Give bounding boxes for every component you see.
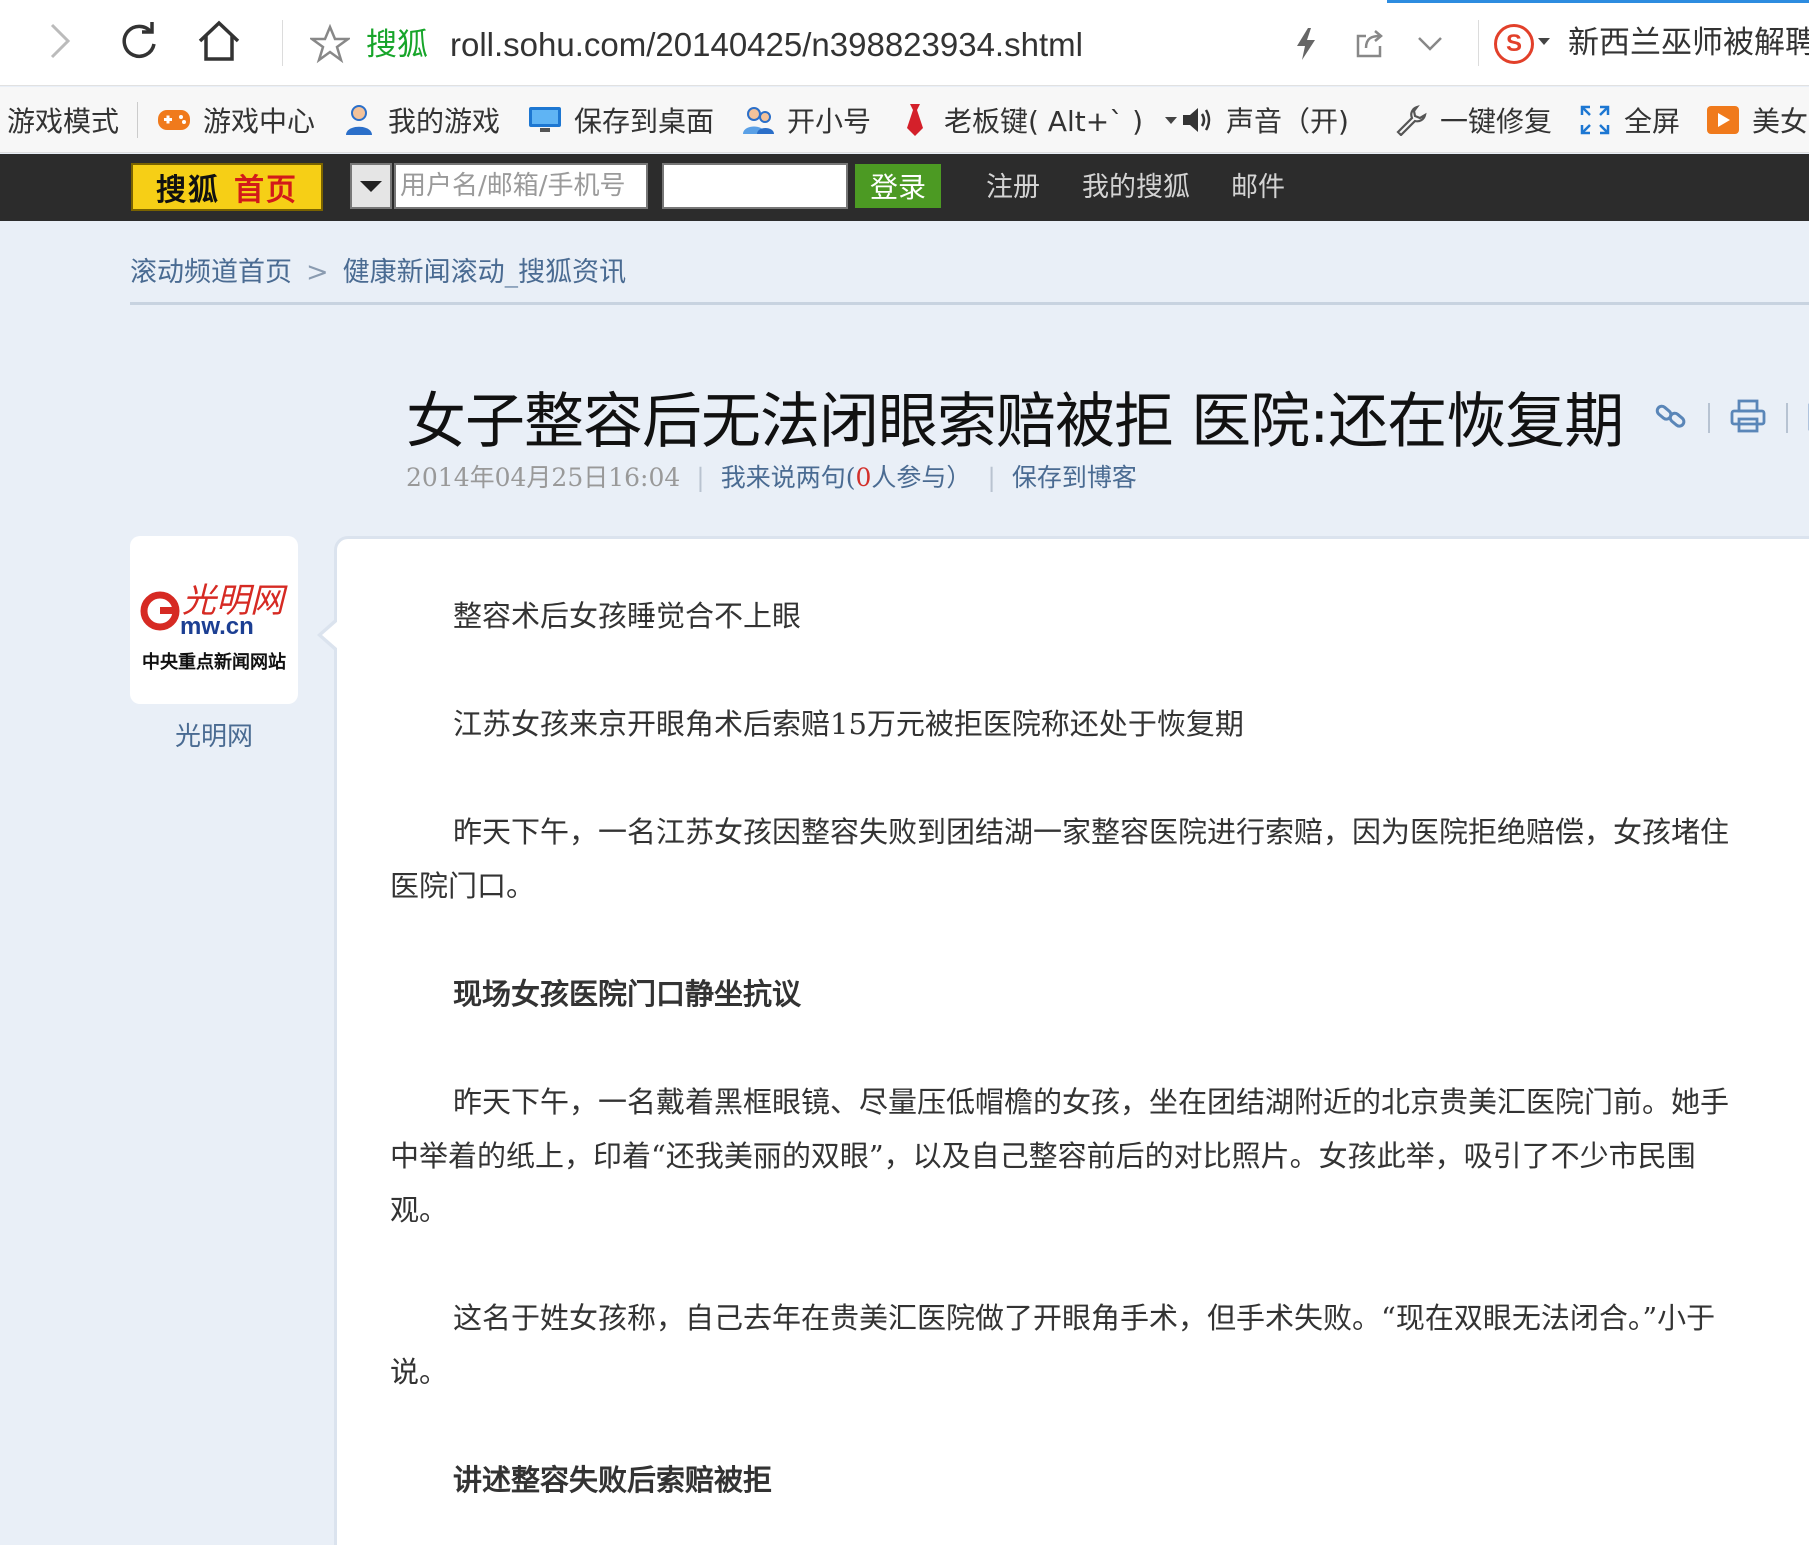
play-icon bbox=[1706, 103, 1740, 137]
boss-key-dropdown-icon[interactable] bbox=[1165, 116, 1178, 124]
browser-toolbar: 游戏模式 游戏中心 我的游戏 保存到桌面 开小号 老板键( Alt+` ) 声音… bbox=[0, 87, 1809, 153]
game-mode-button[interactable]: 游戏模式 bbox=[7, 87, 119, 153]
breadcrumb-divider bbox=[130, 302, 1809, 305]
users-icon bbox=[741, 103, 775, 137]
search-engine-dropdown-icon[interactable] bbox=[1538, 38, 1550, 45]
game-mode-label: 游戏模式 bbox=[7, 105, 120, 138]
user-icon bbox=[342, 103, 376, 137]
chevron-down-icon[interactable] bbox=[1410, 24, 1450, 64]
game-center-button[interactable]: 游戏中心 bbox=[157, 87, 315, 153]
article-meta: 2014年04月25日16:04 | 我来说两句(0人参与） | 保存到博客 bbox=[406, 458, 1137, 494]
open-account-label: 开小号 bbox=[787, 105, 872, 138]
home-icon[interactable] bbox=[196, 18, 242, 64]
article-tools bbox=[1654, 395, 1809, 441]
search-divider bbox=[1478, 20, 1479, 66]
game-center-label: 游戏中心 bbox=[203, 105, 316, 138]
sogou-search-icon[interactable]: S bbox=[1494, 24, 1534, 64]
monitor-icon bbox=[528, 103, 562, 137]
fullscreen-label: 全屏 bbox=[1624, 105, 1681, 138]
tools-divider bbox=[1786, 403, 1788, 433]
sound-button[interactable]: 声音（开) bbox=[1180, 87, 1349, 153]
mail-link[interactable]: 邮件 bbox=[1231, 154, 1285, 221]
source-logo-tagline: 中央重点新闻网站 bbox=[142, 651, 286, 673]
breadcrumb-separator: > bbox=[306, 257, 329, 288]
sohu-home-button[interactable]: 搜狐 首页 bbox=[131, 163, 323, 211]
meta-divider: | bbox=[987, 463, 996, 492]
fullscreen-icon bbox=[1578, 103, 1612, 137]
breadcrumb-home-link[interactable]: 滚动频道首页 bbox=[130, 257, 292, 288]
publish-date: 2014年04月25日16:04 bbox=[406, 463, 681, 492]
boss-key-label: 老板键( Alt+` ) bbox=[944, 105, 1144, 138]
gamepad-icon bbox=[157, 103, 191, 137]
login-type-dropdown[interactable] bbox=[350, 163, 392, 209]
fullscreen-button[interactable]: 全屏 bbox=[1578, 87, 1680, 153]
save-to-blog-link[interactable]: 保存到博客 bbox=[1012, 463, 1137, 492]
comment-link[interactable]: 我来说两句(0人参与） bbox=[721, 463, 972, 492]
boss-key-button[interactable]: 老板键( Alt+` ) bbox=[898, 87, 1178, 153]
my-games-button[interactable]: 我的游戏 bbox=[342, 87, 500, 153]
necktie-icon bbox=[898, 103, 932, 137]
site-label: 搜狐 bbox=[366, 27, 428, 63]
article-paragraph: 昨天下午，一名江苏女孩因整容失败到团结湖一家整容医院进行索赔，因为医院拒绝赔偿，… bbox=[390, 815, 1730, 903]
sohu-top-bar: 搜狐 首页 用户名/邮箱/手机号 登录 注册 我的搜狐 邮件 bbox=[0, 154, 1809, 221]
password-input[interactable] bbox=[662, 163, 848, 209]
comment-count: 0 bbox=[855, 463, 872, 492]
wrench-icon bbox=[1394, 103, 1428, 137]
comment-prefix: 我来说两句( bbox=[720, 463, 856, 492]
sohu-home-label: 首页 bbox=[234, 173, 298, 208]
sound-label: 声音（开) bbox=[1226, 105, 1349, 138]
article-title: 女子整容后无法闭眼索赔被拒 医院:还在恢复期 bbox=[406, 387, 1624, 457]
refresh-icon[interactable] bbox=[116, 18, 162, 64]
save-desktop-label: 保存到桌面 bbox=[574, 105, 715, 138]
my-games-label: 我的游戏 bbox=[388, 105, 501, 138]
bookmark-star-icon[interactable] bbox=[308, 23, 352, 64]
breadcrumb-channel-link[interactable]: 健康新闻滚动_搜狐资讯 bbox=[343, 257, 627, 288]
register-link[interactable]: 注册 bbox=[986, 154, 1040, 221]
sohu-home-brand: 搜狐 bbox=[156, 173, 220, 208]
beauty-button[interactable]: 美女 bbox=[1706, 87, 1808, 153]
search-box[interactable]: 新西兰巫师被解聘 bbox=[1568, 22, 1809, 64]
article-subheading: 现场女孩医院门口静坐抗议 bbox=[453, 977, 802, 1011]
source-logo-domain: mw.cn bbox=[180, 613, 254, 640]
article-paragraph: 整容术后女孩睡觉合不上眼 bbox=[453, 599, 802, 633]
beauty-label: 美女 bbox=[1752, 105, 1809, 138]
breadcrumb: 滚动频道首页 > 健康新闻滚动_搜狐资讯 bbox=[130, 250, 626, 289]
toolbar-divider bbox=[137, 102, 138, 138]
lightning-icon[interactable] bbox=[1286, 24, 1326, 64]
share-icon[interactable] bbox=[1350, 24, 1390, 64]
article-subheading: 讲述整容失败后索赔被拒 bbox=[453, 1463, 773, 1497]
article-paragraph: 昨天下午，一名戴着黑框眼镜、尽量压低帽檐的女孩，坐在团结湖附近的北京贵美汇医院门… bbox=[390, 1085, 1730, 1227]
login-button[interactable]: 登录 bbox=[855, 164, 941, 208]
save-desktop-button[interactable]: 保存到桌面 bbox=[528, 87, 714, 153]
article-paragraph: 这名于姓女孩称，自己去年在贵美汇医院做了开眼角手术，但手术失败。“现在双眼无法闭… bbox=[390, 1301, 1716, 1389]
source-name[interactable]: 光明网 bbox=[130, 716, 298, 753]
url-field[interactable]: roll.sohu.com/20140425/n398823934.shtml bbox=[450, 24, 1083, 66]
browser-address-bar: 搜狐 roll.sohu.com/20140425/n398823934.sht… bbox=[0, 0, 1809, 86]
comment-suffix: 人参与） bbox=[871, 463, 972, 492]
username-input[interactable]: 用户名/邮箱/手机号 bbox=[394, 163, 648, 209]
repair-button[interactable]: 一键修复 bbox=[1394, 87, 1552, 153]
forward-icon[interactable] bbox=[36, 18, 82, 64]
speaker-icon bbox=[1180, 103, 1214, 137]
article-body: 整容术后女孩睡觉合不上眼 江苏女孩来京开眼角术后索赔15万元被拒医院称还处于恢复… bbox=[317, 536, 1809, 1545]
article-paragraph: 江苏女孩来京开眼角术后索赔15万元被拒医院称还处于恢复期 bbox=[453, 707, 1244, 741]
page-load-indicator bbox=[1387, 0, 1809, 3]
my-sohu-link[interactable]: 我的搜狐 bbox=[1082, 154, 1190, 221]
address-divider bbox=[282, 20, 283, 66]
repair-label: 一键修复 bbox=[1440, 105, 1553, 138]
open-account-button[interactable]: 开小号 bbox=[741, 87, 871, 153]
source-logo[interactable]: 光明网 mw.cn 中央重点新闻网站 bbox=[130, 536, 298, 704]
tools-divider bbox=[1708, 403, 1710, 433]
link-icon[interactable] bbox=[1654, 399, 1688, 437]
meta-divider: | bbox=[696, 463, 705, 492]
print-icon[interactable] bbox=[1730, 399, 1766, 437]
